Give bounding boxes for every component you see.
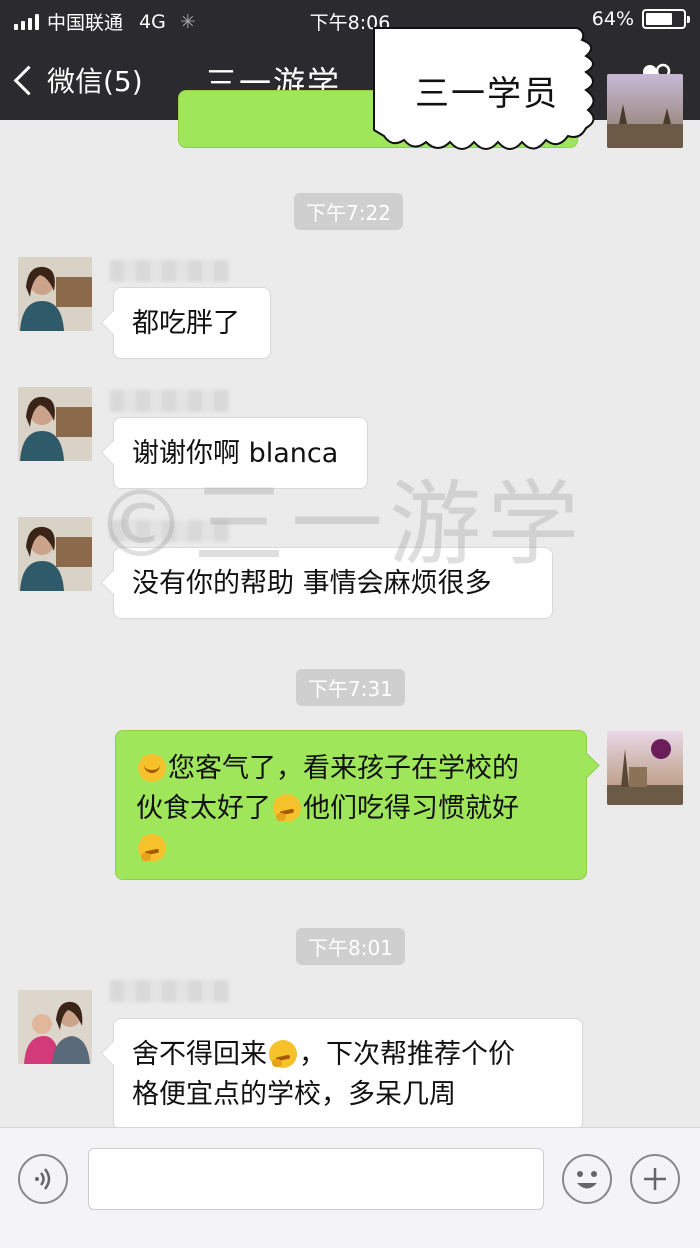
timestamp: 下午7:31 xyxy=(296,669,405,706)
thinking-emoji-icon xyxy=(273,794,301,822)
message-text: 格便宜点的学校，多呆几周 xyxy=(132,1079,456,1110)
voice-icon xyxy=(35,1168,51,1190)
smile-emoji-icon xyxy=(138,754,166,782)
plus-icon xyxy=(644,1168,666,1190)
message-text: ，下次帮推荐个价 xyxy=(299,1039,515,1070)
message-text: 您客气了，看来孩子在学校的 xyxy=(168,753,519,784)
timestamp: 下午7:22 xyxy=(294,193,403,230)
contact-nickname-blurred xyxy=(110,520,230,542)
message-input[interactable] xyxy=(88,1148,544,1210)
status-right: 64% xyxy=(592,8,690,30)
thinking-emoji-icon xyxy=(269,1040,297,1068)
voice-button[interactable] xyxy=(18,1154,68,1204)
timestamp: 下午8:01 xyxy=(296,928,405,965)
message-text: 伙食太好了 xyxy=(136,793,271,824)
battery-icon xyxy=(642,9,690,29)
annotation-callout: 三一学员 xyxy=(372,26,602,162)
chat-area[interactable]: 下午7:22 都吃胖了 谢谢你啊 blanca 没有你的帮助 事情会麻烦很多 下… xyxy=(0,74,700,1130)
contact-avatar[interactable] xyxy=(18,990,92,1064)
back-label: 微信(5) xyxy=(47,65,143,98)
contact-avatar[interactable] xyxy=(18,257,92,331)
emoji-icon xyxy=(577,1171,597,1189)
message-text: 没有你的帮助 事情会麻烦很多 xyxy=(132,568,492,599)
more-button[interactable] xyxy=(630,1154,680,1204)
contact-avatar[interactable] xyxy=(18,387,92,461)
my-avatar[interactable] xyxy=(607,74,683,148)
message-text: 他们吃得习惯就好 xyxy=(303,793,519,824)
contact-avatar[interactable] xyxy=(18,517,92,591)
message-text: 谢谢你啊 blanca xyxy=(132,438,339,469)
chevron-left-icon xyxy=(13,65,44,95)
contact-nickname-blurred xyxy=(110,390,230,412)
school-logo-icon xyxy=(607,739,683,805)
contact-nickname-blurred xyxy=(110,260,230,282)
message-text: 都吃胖了 xyxy=(132,308,240,339)
back-button[interactable]: 微信(5) xyxy=(13,60,143,100)
thinking-emoji-icon xyxy=(138,834,166,862)
emoji-button[interactable] xyxy=(562,1154,612,1204)
callout-text: 三一学员 xyxy=(415,74,559,114)
my-avatar[interactable] xyxy=(607,731,683,805)
message-bubble-received[interactable]: 没有你的帮助 事情会麻烦很多 xyxy=(113,547,553,619)
message-bubble-sent[interactable]: 您客气了，看来孩子在学校的 伙食太好了 他们吃得习惯就好 xyxy=(115,730,587,880)
message-bubble-received[interactable]: 都吃胖了 xyxy=(113,287,271,359)
message-bubble-received[interactable]: 舍不得回来 ，下次帮推荐个价 格便宜点的学校，多呆几周 xyxy=(113,1018,583,1130)
contact-nickname-blurred xyxy=(110,980,230,1002)
message-bubble-received[interactable]: 谢谢你啊 blanca xyxy=(113,417,368,489)
input-bar xyxy=(0,1127,700,1248)
message-text: 舍不得回来 xyxy=(132,1039,267,1070)
